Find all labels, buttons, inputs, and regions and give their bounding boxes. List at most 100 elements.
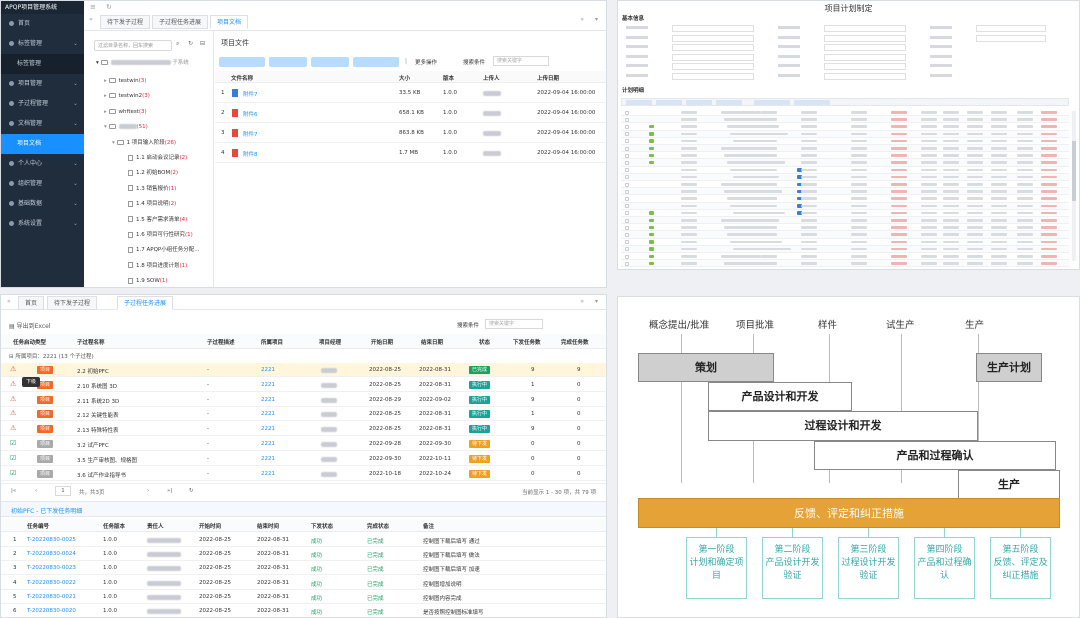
checkbox[interactable]: [625, 196, 629, 201]
subprocess-name[interactable]: 2.12 关键性能表: [77, 411, 119, 419]
plan-row[interactable]: [621, 130, 1069, 138]
tab-home[interactable]: 首页: [18, 296, 45, 310]
checkbox[interactable]: [625, 146, 629, 151]
col-end-time[interactable]: 结束时间: [257, 522, 279, 530]
sidebar-item[interactable]: 子过程管理 ⌄: [1, 94, 84, 114]
toolbar-button[interactable]: [716, 100, 742, 105]
col-version[interactable]: 版本: [443, 74, 454, 82]
tab-scroll-left-icon[interactable]: «: [7, 298, 11, 305]
task-row[interactable]: 4 T-20220830-0022 1.0.0 2022-08-25 2022-08-3…: [1, 576, 606, 590]
first-page-icon[interactable]: |«: [11, 488, 16, 494]
sidebar-item[interactable]: 组织管理 ⌄: [1, 174, 84, 194]
prev-page-icon[interactable]: ‹: [35, 488, 37, 494]
project-link[interactable]: 2221: [261, 367, 275, 373]
toolbar-button[interactable]: [686, 100, 712, 105]
plan-row[interactable]: [621, 195, 1069, 203]
col-issued-count[interactable]: 下发任务数: [513, 338, 541, 346]
plan-row[interactable]: [621, 145, 1069, 153]
sidebar-item[interactable]: 系统设置 ⌄: [1, 214, 84, 234]
checkbox[interactable]: [625, 160, 629, 165]
file-name[interactable]: 附件8: [243, 150, 258, 158]
tab-pending-subprocess[interactable]: 待下发子过程: [100, 15, 151, 29]
project-link[interactable]: 2221: [261, 441, 275, 447]
plan-row[interactable]: [621, 181, 1069, 189]
task-id-link[interactable]: T-20220830-0024: [27, 551, 76, 557]
plan-row[interactable]: [621, 245, 1069, 253]
tree-node[interactable]: 1.8 项目进度计划(1): [128, 260, 187, 273]
plan-row[interactable]: [621, 209, 1069, 217]
more-actions-dropdown[interactable]: 更多操作: [415, 58, 437, 66]
plan-row[interactable]: [621, 109, 1069, 117]
subprocess-row[interactable]: ⚠ 项目 2.12 关键性能表 - 2221 2022-08-25 2022-08-31 执行…: [1, 407, 606, 422]
tab-scroll-left-icon[interactable]: «: [89, 16, 93, 23]
checkbox[interactable]: [625, 124, 629, 129]
search-input[interactable]: 搜索关键字: [485, 319, 543, 329]
tree-node[interactable]: ▾ (51): [104, 121, 148, 134]
subprocess-name[interactable]: 2.11 系统2D 3D: [77, 397, 119, 405]
subprocess-row[interactable]: ☑ 项目 3.5 生产审核图、规格图 - 2221 2022-09-30 2022-10-1…: [1, 452, 606, 466]
task-row[interactable]: 2 T-20220830-0024 1.0.0 2022-08-25 2022-08-3…: [1, 547, 606, 562]
sidebar-item[interactable]: 基础数据 ⌄: [1, 194, 84, 214]
col-status[interactable]: 状态: [479, 338, 490, 346]
checkbox[interactable]: [625, 189, 629, 194]
col-start-time[interactable]: 开始时间: [199, 522, 221, 530]
sidebar-item[interactable]: 项目文档: [1, 134, 84, 154]
checkbox[interactable]: [625, 240, 629, 245]
file-row[interactable]: 2 附件6 658.1 KB 1.0.0 2022-09-04 16:00:00: [215, 105, 606, 123]
file-name[interactable]: 附件6: [243, 110, 258, 118]
last-page-icon[interactable]: »|: [167, 488, 172, 494]
tree-node[interactable]: ▸ testwin2(3): [104, 90, 150, 103]
col-issue-status[interactable]: 下发状态: [311, 522, 333, 530]
checkbox[interactable]: [625, 261, 629, 266]
task-id-link[interactable]: T-20220830-0020: [27, 608, 76, 614]
tree-node[interactable]: 1.7 APQP小组任务分配...: [128, 244, 199, 257]
plan-row[interactable]: [621, 260, 1069, 268]
sidebar-item[interactable]: 文档管理 ⌄: [1, 114, 84, 134]
form-field[interactable]: [672, 25, 754, 32]
checkbox[interactable]: [625, 232, 629, 237]
plan-row[interactable]: [621, 188, 1069, 196]
project-link[interactable]: 2221: [261, 471, 275, 477]
tab-subprocess-progress[interactable]: 子过程任务进展: [117, 296, 174, 310]
toolbar-button[interactable]: [754, 100, 790, 105]
form-field[interactable]: [672, 53, 754, 61]
form-field[interactable]: [976, 34, 1046, 42]
tree-node[interactable]: 1.6 项目可行性研究(1): [128, 229, 193, 242]
task-row[interactable]: 3 T-20220830-0023 1.0.0 2022-08-25 2022-08-3…: [1, 561, 606, 576]
file-name[interactable]: 附件7: [243, 130, 258, 138]
form-field[interactable]: [672, 72, 754, 80]
subprocess-row[interactable]: ☑ 项目 3.2 试产PFC - 2221 2022-09-28 2022-09-30 待下发…: [1, 437, 606, 451]
sidebar-item[interactable]: 项目管理 ⌄: [1, 74, 84, 94]
tab-more-icon[interactable]: ▾: [595, 16, 598, 23]
plan-row[interactable]: [621, 238, 1069, 246]
refresh-icon[interactable]: ↻: [106, 3, 112, 11]
subprocess-name[interactable]: 3.6 试产作业指导书: [77, 471, 126, 479]
tab-scroll-right-icon[interactable]: »: [580, 16, 584, 23]
subprocess-row[interactable]: ☑ 项目 3.6 试产作业指导书 - 2221 2022-10-18 2022-10-24 待…: [1, 467, 606, 481]
tab-subprocess-progress[interactable]: 子过程任务进展: [152, 15, 209, 29]
toolbar-button[interactable]: [794, 100, 830, 105]
tree-search-input[interactable]: 过滤目录名称，回车搜索: [94, 40, 172, 51]
task-id-link[interactable]: T-20220830-0025: [27, 537, 76, 543]
sidebar-item[interactable]: 个人中心 ⌄: [1, 154, 84, 174]
search-input[interactable]: 搜索关键字: [493, 56, 549, 66]
task-row[interactable]: 1 T-20220830-0025 1.0.0 2022-08-25 2022-08-3…: [1, 533, 606, 547]
group-row[interactable]: ⊟ 所属项目：2221 (13 个子过程): [9, 352, 94, 360]
checkbox[interactable]: [625, 175, 629, 180]
next-page-icon[interactable]: ›: [147, 488, 149, 494]
tree-node[interactable]: ▸ testwin(3): [104, 75, 146, 88]
task-row[interactable]: 5 T-20220830-0021 1.0.0 2022-08-25 2022-08-3…: [1, 590, 606, 604]
checkbox[interactable]: [625, 254, 629, 259]
refresh-tree-icon[interactable]: ↻: [188, 40, 193, 47]
search-icon[interactable]: ⌕: [176, 40, 179, 48]
tree-node[interactable]: 1.9 SOW(1): [128, 275, 168, 287]
col-subprocess-desc[interactable]: 子过程描述: [207, 338, 235, 346]
upload-button[interactable]: [219, 57, 265, 67]
project-link[interactable]: 2221: [261, 426, 275, 432]
sidebar-item[interactable]: 标签管理: [1, 54, 84, 74]
tree-node[interactable]: 1.5 客户需求清单(4): [128, 214, 187, 227]
project-link[interactable]: 2221: [261, 382, 275, 388]
subprocess-name[interactable]: 2.13 特殊特性表: [77, 426, 119, 434]
form-field[interactable]: [824, 44, 906, 51]
col-owner[interactable]: 责任人: [147, 522, 164, 530]
